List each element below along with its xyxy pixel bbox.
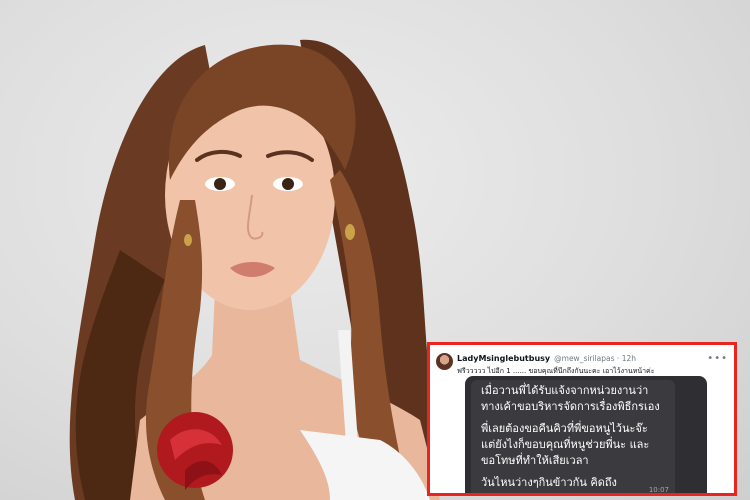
chat-timestamp: 10:07 xyxy=(648,486,669,494)
tweet-screenshot: LadyMsinglebutbusy @mew_sirilapas · 12h … xyxy=(427,342,737,496)
chat-screenshot: เมื่อวานพี่ได้รับแจ้งจากหน่วยงานว่า ทางเ… xyxy=(465,376,707,494)
chat-line: แต่ยังไงก็ขอบคุณที่หนูช่วยพี่นะ และ xyxy=(481,438,650,451)
chat-line: เมื่อวานพี่ได้รับแจ้งจากหน่วยงานว่า xyxy=(481,384,649,397)
tweet-author-name: LadyMsinglebutbusy xyxy=(457,353,551,363)
avatar xyxy=(436,352,453,370)
more-icon: ••• xyxy=(707,352,728,364)
tweet-handle: @mew_sirilapas · 12h xyxy=(554,353,636,363)
chat-line: วันไหนว่างๆกินข้าวกัน คิดถึง xyxy=(481,476,617,489)
chat-line: ทางเค้าขอบริหารจัดการเรื่องพิธีกรเอง xyxy=(481,400,660,413)
chat-line: พี่เลยต้องขอคืนคิวที่พี่ขอหนูไว้นะจ๊ะ xyxy=(481,422,648,435)
chat-line: ขอโทษที่ทำให้เสียเวลา xyxy=(481,454,589,467)
chat-bubble: เมื่อวานพี่ได้รับแจ้งจากหน่วยงานว่า ทางเ… xyxy=(471,380,675,493)
tweet-header: LadyMsinglebutbusy @mew_sirilapas · 12h … xyxy=(436,350,728,370)
